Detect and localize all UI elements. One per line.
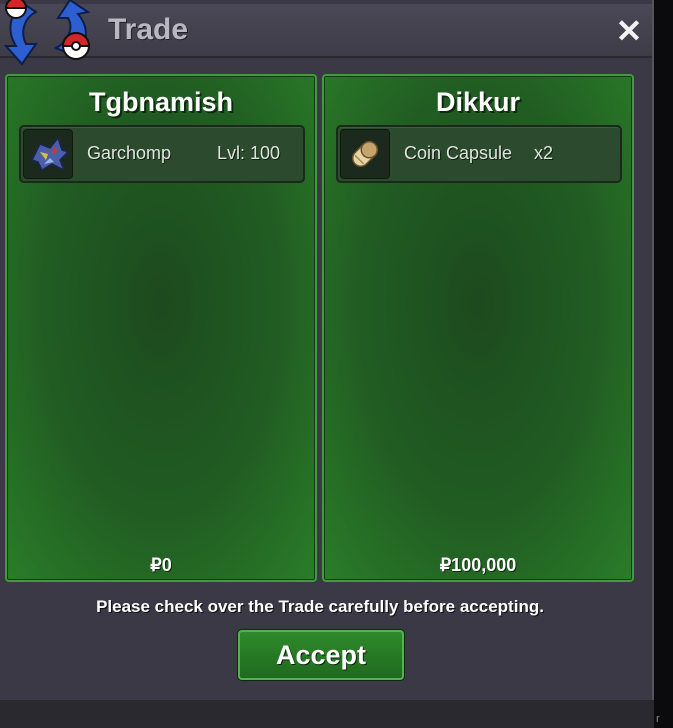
backdrop-text: r xyxy=(656,713,660,725)
close-button[interactable]: ✕ xyxy=(614,15,644,47)
bottom-bar xyxy=(0,700,654,728)
item-name: Garchomp xyxy=(87,143,172,163)
trade-dialog: Trade ✕ Tgbnamish Garchomp Lvl: 100 ₽0 D… xyxy=(0,0,654,700)
money-amount: ₽0 xyxy=(150,555,172,575)
item-quantity: x2 xyxy=(534,143,554,163)
trade-notice: Please check over the Trade carefully be… xyxy=(96,597,544,616)
dialog-title: Trade xyxy=(108,13,189,46)
garchomp-sprite-icon xyxy=(23,129,73,179)
trade-panel-right: Dikkur Coin Capsule x2 ₽100,000 xyxy=(322,74,634,582)
trade-item-row[interactable]: Coin Capsule x2 xyxy=(336,125,622,183)
backdrop-strip xyxy=(654,0,673,728)
trade-panel-left: Tgbnamish Garchomp Lvl: 100 ₽0 xyxy=(5,74,317,582)
money-amount: ₽100,000 xyxy=(439,555,517,575)
trader-name: Tgbnamish xyxy=(88,87,233,117)
accept-button[interactable]: Accept xyxy=(238,630,404,680)
trader-name: Dikkur xyxy=(435,87,521,117)
item-name: Coin Capsule xyxy=(404,143,513,163)
trade-item-row[interactable]: Garchomp Lvl: 100 xyxy=(19,125,305,183)
item-level: Lvl: 100 xyxy=(217,143,281,163)
trade-logo-icon xyxy=(3,0,91,66)
coin-capsule-icon xyxy=(340,129,390,179)
